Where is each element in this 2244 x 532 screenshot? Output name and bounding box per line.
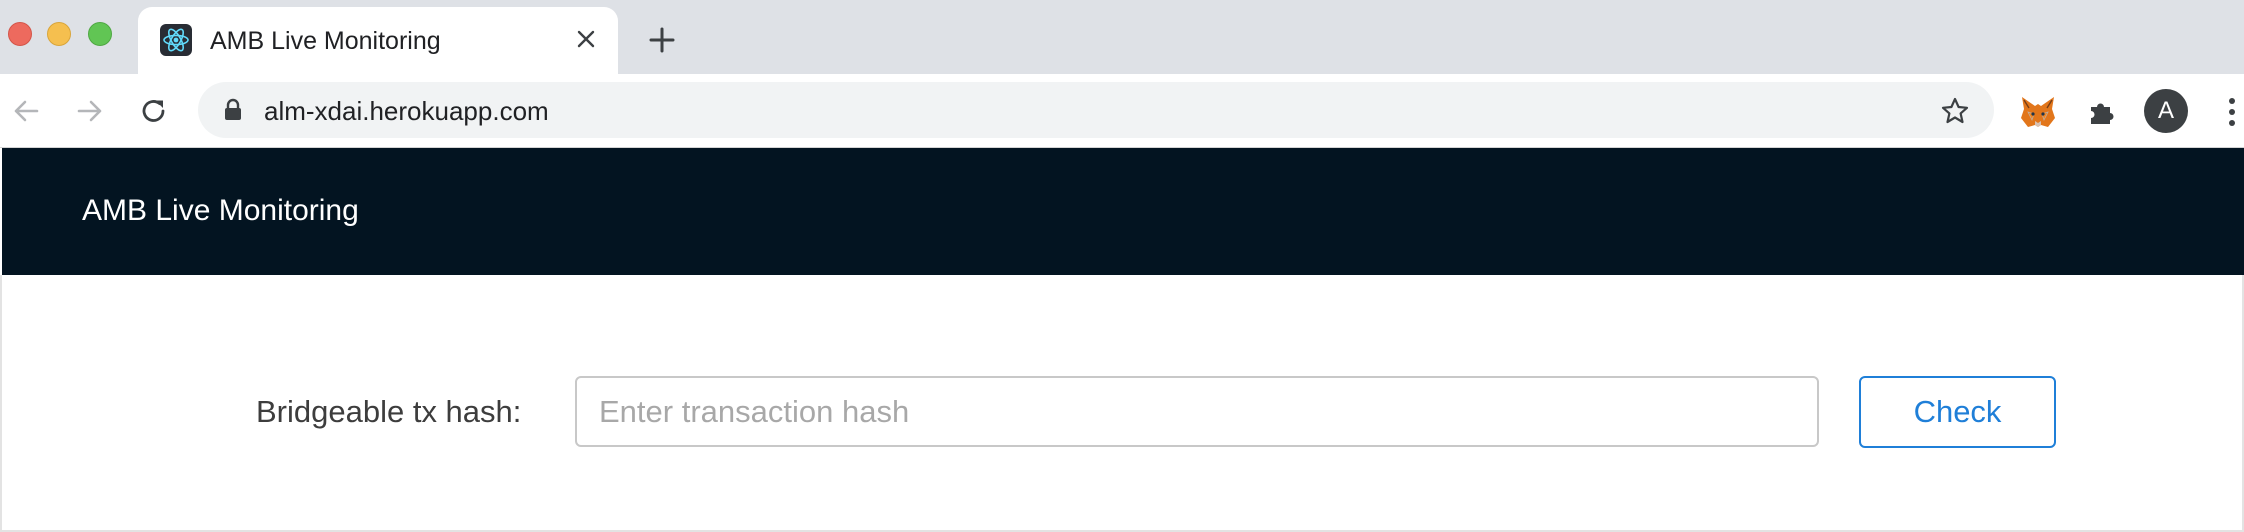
- app-header: AMB Live Monitoring: [2, 148, 2244, 275]
- tab-title: AMB Live Monitoring: [210, 27, 441, 55]
- metamask-fox-icon[interactable]: [2018, 92, 2058, 132]
- url-text[interactable]: alm-xdai.herokuapp.com: [264, 96, 549, 127]
- main-content: Bridgeable tx hash: Check: [0, 275, 2244, 532]
- close-tab-icon[interactable]: [568, 21, 604, 57]
- reload-icon[interactable]: [134, 91, 174, 131]
- profile-avatar[interactable]: A: [2144, 89, 2188, 133]
- browser-toolbar: alm-xdai.herokuapp.com A: [0, 74, 2244, 148]
- tx-hash-input[interactable]: [575, 376, 1819, 447]
- react-logo-icon: [160, 24, 192, 56]
- check-button[interactable]: Check: [1859, 376, 2056, 448]
- bookmark-star-icon[interactable]: [1938, 94, 1972, 128]
- app-title: AMB Live Monitoring: [82, 194, 359, 227]
- back-arrow-icon[interactable]: [6, 91, 46, 131]
- tx-hash-label: Bridgeable tx hash:: [256, 394, 522, 429]
- window-minimize-button[interactable]: [47, 22, 71, 46]
- lock-icon[interactable]: [222, 98, 244, 122]
- browser-tab-bar: AMB Live Monitoring: [0, 0, 2244, 74]
- more-menu-icon[interactable]: [2222, 94, 2242, 130]
- address-bar[interactable]: alm-xdai.herokuapp.com: [198, 82, 1994, 138]
- plus-icon[interactable]: [642, 20, 682, 60]
- window-close-button[interactable]: [8, 22, 32, 46]
- window-zoom-button[interactable]: [88, 22, 112, 46]
- forward-arrow-icon[interactable]: [70, 91, 110, 131]
- puzzle-extensions-icon[interactable]: [2082, 92, 2122, 132]
- browser-tab-active[interactable]: AMB Live Monitoring: [138, 7, 618, 74]
